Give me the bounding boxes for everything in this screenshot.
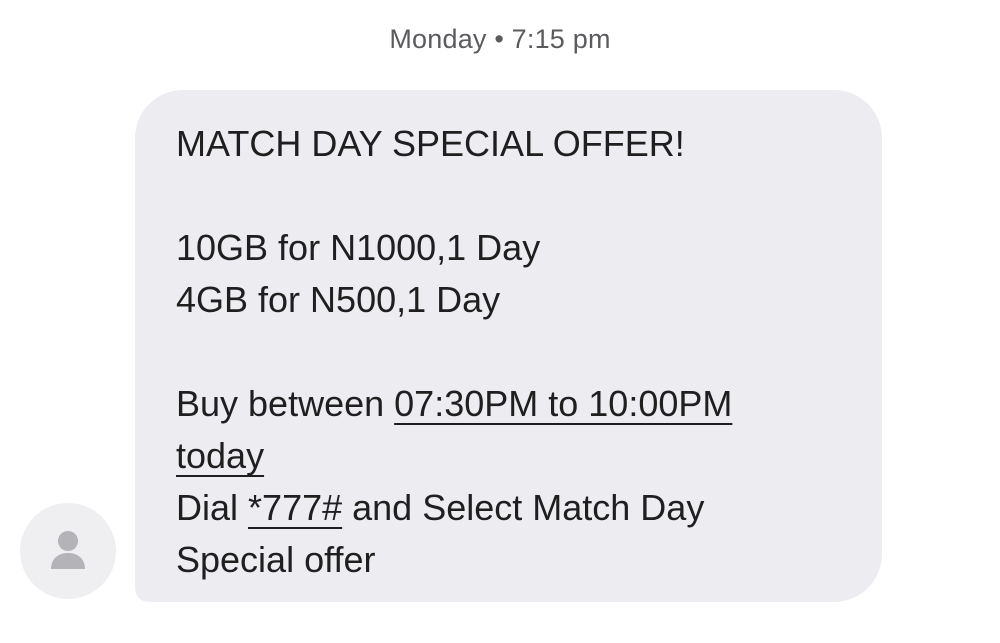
dial-suffix: and Select Match Day	[342, 487, 705, 528]
person-icon	[51, 531, 85, 569]
dial-prefix: Dial	[176, 487, 249, 528]
buy-today-link[interactable]: today	[176, 435, 264, 476]
dial-line: Dial *777# and Select Match Day	[176, 482, 852, 534]
buy-window-line: Buy between 07:30PM to 10:00PM	[176, 378, 852, 430]
offer-line-1: 10GB for N1000,1 Day	[176, 227, 541, 268]
ussd-code-link[interactable]: *777#	[248, 487, 342, 528]
buy-prefix: Buy between	[176, 383, 395, 424]
message-thread: Monday • 7:15 pm MATCH DAY SPECIAL OFFER…	[0, 0, 1000, 643]
buy-today-line: today	[176, 430, 852, 482]
message-heading: MATCH DAY SPECIAL OFFER!	[176, 123, 685, 164]
dial-line-cont: Special offer	[176, 539, 376, 580]
sender-avatar[interactable]	[20, 503, 116, 599]
buy-time-link[interactable]: 07:30PM to 10:00PM	[394, 383, 732, 424]
message-bubble[interactable]: MATCH DAY SPECIAL OFFER! 10GB for N1000,…	[135, 90, 882, 602]
message-timestamp: Monday • 7:15 pm	[389, 24, 611, 54]
offer-line-2: 4GB for N500,1 Day	[176, 279, 501, 320]
